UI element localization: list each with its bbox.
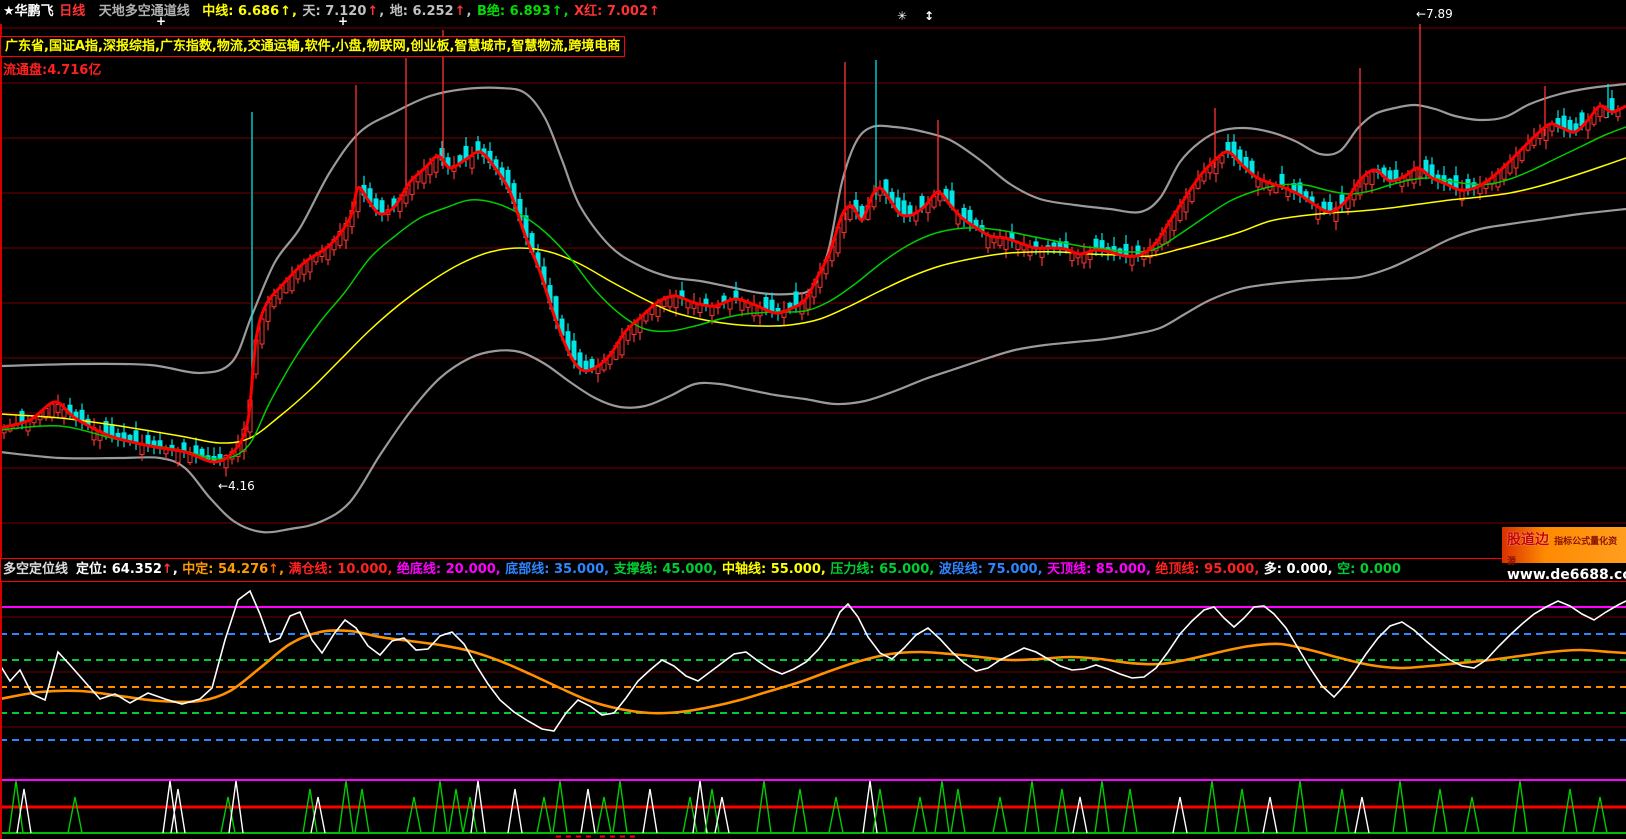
signal-marker-icon: + — [338, 14, 348, 28]
watermark-brand: 股道边 — [1507, 532, 1549, 548]
indicator-values: 中线: 6.686↑, 天: 7.120↑, 地: 6.252↑, B绝: 6.… — [202, 4, 661, 19]
field-空: 空: 0.000 — [1337, 562, 1401, 577]
panel2-values: 定位: 64.352↑, 中定: 54.276↑, 满仓线: 10.000, 绝… — [76, 562, 1401, 577]
field-地: 地: 6.252 — [390, 4, 454, 19]
chart-left-border — [0, 24, 2, 839]
chart-canvas[interactable] — [0, 0, 1626, 839]
field-中轴线: 中轴线: 55.000 — [722, 562, 821, 577]
field-中定: 中定: 54.276 — [182, 562, 268, 577]
concept-tags-text: 广东省,国证A指,深报综指,广东指数,物流,交通运输,软件,小盘,物联网,创业板… — [5, 39, 620, 54]
panel2-indicator-name: 多空定位线 — [3, 562, 68, 577]
field-满仓线: 满仓线: 10.000 — [289, 562, 388, 577]
field-天顶线: 天顶线: 85.000 — [1047, 562, 1146, 577]
signal-marker-icon: ↕ — [924, 9, 934, 23]
indicator-name: 天地多空通道线 — [99, 4, 190, 19]
arrow-up-icon: ↑ — [268, 562, 279, 577]
concept-tags-box: 广东省,国证A指,深报综指,广东指数,物流,交通运输,软件,小盘,物联网,创业板… — [0, 36, 625, 57]
field-天: 天: 7.120 — [303, 4, 367, 19]
signal-marker-icon: + — [156, 14, 166, 28]
field-定位: 定位: 64.352 — [76, 562, 162, 577]
low-price-label: ←4.16 — [218, 479, 255, 493]
high-price-label: ←7.89 — [1416, 7, 1453, 21]
signal-marker-icon: ✳ — [897, 9, 907, 23]
field-中线: 中线: 6.686 — [202, 4, 279, 19]
arrow-up-icon: ↑ — [552, 4, 563, 19]
stock-app-window: { "header": { "stock_name": "★华鹏飞", "per… — [0, 0, 1626, 839]
field-绝顶线: 绝顶线: 95.000 — [1155, 562, 1254, 577]
arrow-up-icon: ↑ — [455, 4, 466, 19]
field-支撑线: 支撑线: 45.000 — [614, 562, 713, 577]
float-shares-label: 流通盘:4.716亿 — [3, 59, 101, 78]
watermark-url: www.de6688.com — [1507, 568, 1626, 583]
period-label[interactable]: 日线 — [59, 4, 85, 19]
panel2-header-bar[interactable]: 多空定位线定位: 64.352↑, 中定: 54.276↑, 满仓线: 10.0… — [0, 558, 1626, 582]
field-多: 多: 0.000 — [1264, 562, 1328, 577]
indicator-header-bar[interactable]: ★华鹏飞 日线 天地多空通道线 中线: 6.686↑, 天: 7.120↑, 地… — [0, 0, 1626, 24]
field-B绝: B绝: 6.893 — [477, 4, 551, 19]
stock-name: ★华鹏飞 — [3, 4, 54, 19]
field-绝底线: 绝底线: 20.000 — [397, 562, 496, 577]
field-压力线: 压力线: 65.000 — [830, 562, 929, 577]
field-X红: X红: 7.002 — [574, 4, 648, 19]
arrow-up-icon: ↑ — [649, 4, 660, 19]
arrow-up-icon: ↑ — [162, 562, 173, 577]
arrow-up-icon: ↑ — [367, 4, 378, 19]
watermark-badge: 股道边 指标公式量化资源 www.de6688.com — [1502, 527, 1626, 563]
field-波段线: 波段线: 75.000 — [939, 562, 1038, 577]
arrow-up-icon: ↑ — [280, 4, 291, 19]
field-底部线: 底部线: 35.000 — [505, 562, 604, 577]
